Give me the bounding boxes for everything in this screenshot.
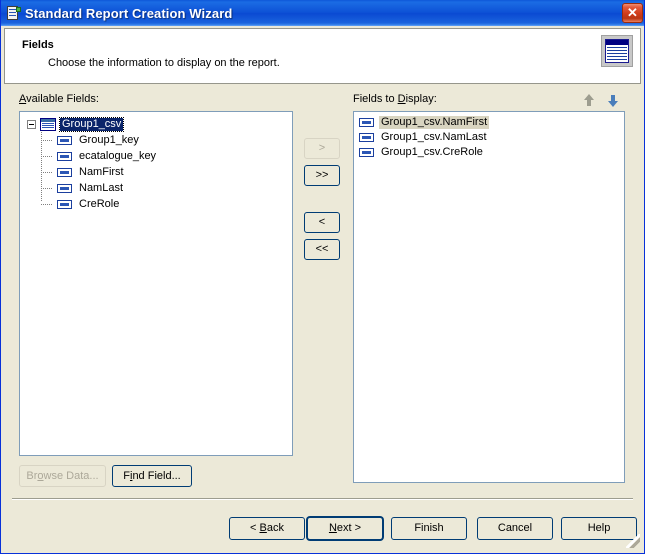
field-icon	[57, 184, 72, 193]
list-item-label: Group1_csv.NamFirst	[379, 116, 489, 129]
tree-node-field[interactable]: ecatalogue_key	[20, 148, 292, 164]
cancel-button[interactable]: Cancel	[477, 517, 553, 540]
tree-node-label: Group1_csv	[60, 118, 123, 131]
remove-all-fields-label: <<	[316, 243, 329, 255]
report-document-icon	[5, 5, 21, 21]
list-item[interactable]: Group1_csv.NamLast	[354, 130, 624, 145]
browse-data-button[interactable]: Browse Data...	[19, 465, 106, 487]
tree-node-root[interactable]: Group1_csv	[20, 116, 292, 132]
tree-node-label: ecatalogue_key	[77, 150, 158, 163]
fields-to-display-list[interactable]: Group1_csv.NamFirst Group1_csv.NamLast G…	[353, 111, 625, 483]
add-field-label: >	[319, 142, 325, 154]
tree-node-label: Group1_key	[77, 134, 141, 147]
tree-node-label: CreRole	[77, 198, 121, 211]
find-field-button[interactable]: Find Field...	[112, 465, 192, 487]
field-icon	[57, 168, 72, 177]
next-button[interactable]: Next >	[307, 517, 383, 540]
list-item[interactable]: Group1_csv.NamFirst	[354, 115, 624, 130]
wizard-header: Fields Choose the information to display…	[4, 28, 641, 84]
field-icon	[359, 133, 374, 142]
field-icon	[57, 152, 72, 161]
window-title: Standard Report Creation Wizard	[25, 6, 232, 21]
tree-node-field[interactable]: Group1_key	[20, 132, 292, 148]
remove-field-label: <	[319, 216, 325, 228]
report-grid-icon	[601, 35, 633, 67]
wizard-window: Standard Report Creation Wizard ✕ Fields…	[0, 0, 645, 554]
footer-divider	[12, 498, 633, 500]
arrow-down-icon	[608, 101, 618, 107]
move-down-button[interactable]	[606, 93, 622, 109]
fields-panel: Available Fields: Group1_csv Group1_key	[4, 86, 641, 495]
fields-to-display-label: Fields to Display:	[353, 93, 437, 105]
table-icon	[40, 118, 56, 131]
tree-node-label: NamFirst	[77, 166, 126, 179]
title-bar: Standard Report Creation Wizard ✕	[1, 0, 645, 26]
field-icon	[57, 136, 72, 145]
move-up-button[interactable]	[582, 93, 598, 109]
list-item-label: Group1_csv.CreRole	[379, 146, 485, 159]
available-fields-tree[interactable]: Group1_csv Group1_key ecatalogue_key Nam…	[19, 111, 293, 456]
add-all-fields-button[interactable]: >>	[304, 165, 340, 186]
field-icon	[359, 148, 374, 157]
resize-grip-icon[interactable]	[626, 534, 640, 548]
list-item[interactable]: Group1_csv.CreRole	[354, 145, 624, 160]
tree-node-field[interactable]: NamFirst	[20, 164, 292, 180]
tree-node-label: NamLast	[77, 182, 125, 195]
page-title: Fields	[22, 39, 54, 51]
collapse-icon[interactable]	[27, 120, 36, 129]
available-fields-label: Available Fields:	[19, 93, 99, 105]
close-button[interactable]: ✕	[622, 3, 643, 23]
tree-node-field[interactable]: NamLast	[20, 180, 292, 196]
page-subtitle: Choose the information to display on the…	[48, 57, 280, 69]
add-all-fields-label: >>	[316, 169, 329, 181]
remove-field-button[interactable]: <	[304, 212, 340, 233]
wizard-footer: < Back Next > Finish Cancel Help	[4, 495, 641, 549]
finish-button[interactable]: Finish	[391, 517, 467, 540]
add-field-button[interactable]: >	[304, 138, 340, 159]
remove-all-fields-button[interactable]: <<	[304, 239, 340, 260]
tree-node-field[interactable]: CreRole	[20, 196, 292, 212]
close-icon: ✕	[623, 4, 642, 22]
back-button[interactable]: < Back	[229, 517, 305, 540]
field-icon	[359, 118, 374, 127]
field-icon	[57, 200, 72, 209]
list-item-label: Group1_csv.NamLast	[379, 131, 489, 144]
